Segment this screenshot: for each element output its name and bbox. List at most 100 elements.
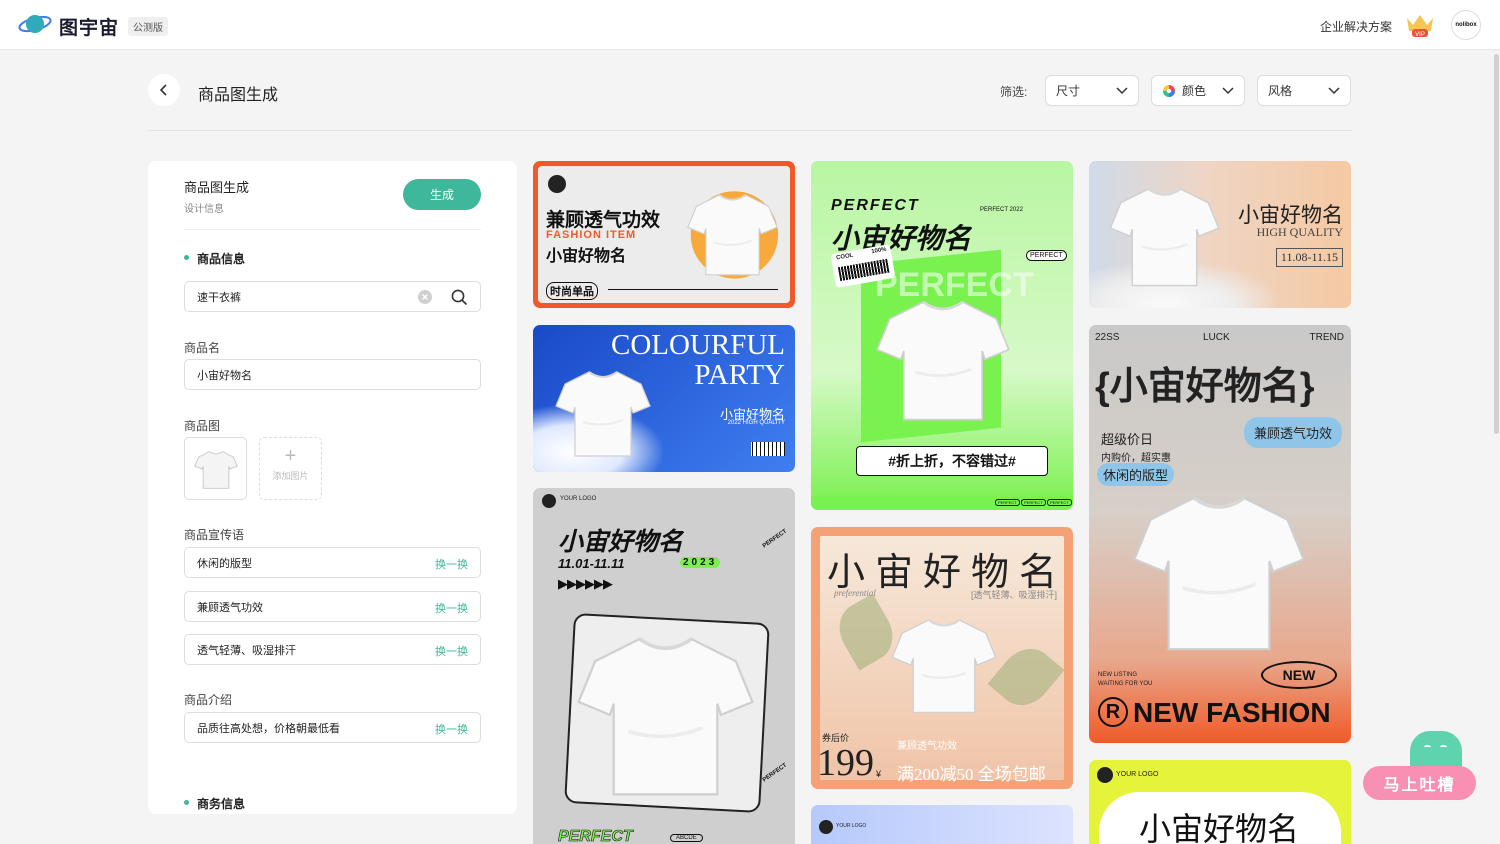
color-filter-label: 颜色 bbox=[1182, 84, 1207, 98]
template-card-2[interactable]: COLOURFUL PARTY 小宙好物名 2022 HIGH QUALITY bbox=[533, 325, 795, 472]
chevron-down-icon bbox=[1116, 87, 1128, 95]
slogan-input-1[interactable]: 休闲的版型 换一换 bbox=[184, 547, 481, 578]
card2-line4: 2022 HIGH QUALITY bbox=[727, 420, 785, 426]
template-card-4[interactable]: PERFECT PERFECT 2022 小宙好物名 PERFECT COOL … bbox=[811, 161, 1073, 510]
product-name-input[interactable]: 小宙好物名 bbox=[184, 359, 481, 390]
card3-logo: YOUR LOGO bbox=[560, 496, 597, 502]
size-filter-select[interactable]: 尺寸 bbox=[1045, 75, 1139, 106]
top-header: 图宇宙 公测版 企业解决方案 VIP nolibox bbox=[0, 0, 1500, 50]
style-filter-label: 风格 bbox=[1268, 84, 1293, 98]
feedback-button[interactable]: 马上吐槽 bbox=[1363, 766, 1476, 800]
intro-value: 品质往高处想，价格朝最低看 bbox=[197, 722, 340, 735]
card8-bubble: 兼顾透气功效 bbox=[1244, 417, 1343, 448]
color-wheel-icon bbox=[1163, 84, 1175, 97]
card3-title: 小宙好物名 bbox=[558, 528, 684, 556]
swap-button[interactable]: 换一换 bbox=[435, 721, 468, 737]
tshirt-icon bbox=[193, 450, 238, 489]
slogan-value: 休闲的版型 bbox=[197, 557, 252, 570]
swap-button[interactable]: 换一换 bbox=[435, 643, 468, 659]
registered-icon: R bbox=[1098, 697, 1128, 727]
product-image-thumbnail[interactable] bbox=[184, 437, 247, 500]
card4-percent: 100% bbox=[870, 246, 888, 256]
panel-title: 商品图生成 bbox=[184, 180, 250, 195]
card9-title: 小宙好物名 bbox=[1139, 811, 1300, 844]
template-card-6[interactable]: YOUR LOGO bbox=[811, 805, 1073, 844]
product-image-label: 商品图 bbox=[184, 419, 221, 433]
product-info-heading: 商品信息 bbox=[184, 250, 245, 267]
tshirt-image bbox=[573, 613, 758, 813]
search-value: 速干衣裤 bbox=[197, 291, 241, 304]
slogan-value: 透气轻薄、吸湿排汗 bbox=[197, 644, 296, 657]
card3-sticker1: PERFECT bbox=[761, 528, 789, 550]
logo-text[interactable]: 图宇宙 bbox=[59, 13, 119, 40]
color-filter-select[interactable]: 颜色 bbox=[1151, 75, 1245, 106]
back-button[interactable] bbox=[148, 74, 180, 106]
card4-badge: PERFECT bbox=[1026, 250, 1067, 261]
card4-perfect: PERFECT bbox=[831, 197, 920, 214]
card1-tag: 时尚单品 bbox=[546, 282, 598, 300]
slogan-value: 兼顾透气功效 bbox=[197, 601, 263, 614]
card7-sub: HIGH QUALITY bbox=[1256, 225, 1343, 239]
card4-slogan: #折上折，不容错过# bbox=[856, 446, 1048, 476]
panel-subtitle: 设计信息 bbox=[184, 204, 224, 215]
card3-bottom: PERFECT bbox=[558, 828, 633, 844]
tshirt-image bbox=[1107, 175, 1222, 295]
template-card-9[interactable]: YOUR LOGO 小宙好物名 bbox=[1089, 760, 1351, 844]
plus-icon: + bbox=[284, 445, 297, 467]
card8-l1: 超级价日 bbox=[1101, 432, 1154, 447]
slogan-input-2[interactable]: 兼顾透气功效 换一换 bbox=[184, 591, 481, 622]
card4-footer2: PERFECT bbox=[1021, 499, 1046, 506]
product-search-input[interactable]: 速干衣裤 bbox=[184, 281, 481, 312]
template-card-1[interactable]: 兼顾透气功效 FASHION ITEM 小宙好物名 时尚单品 bbox=[533, 161, 795, 308]
generate-button[interactable]: 生成 bbox=[403, 179, 481, 210]
add-image-button[interactable]: + 添加图片 bbox=[259, 437, 322, 500]
template-card-7[interactable]: 小宙好物名 HIGH QUALITY 11.08-11.15 bbox=[1089, 161, 1351, 308]
card5-promo: 满200减50 全场包邮 bbox=[897, 765, 1046, 784]
planet-logo-icon[interactable] bbox=[18, 11, 52, 37]
card3-code: ABCDE bbox=[670, 834, 703, 842]
template-card-8[interactable]: 22SS LUCK TREND {小宙好物名} 超级价日 内购价，超实惠 休闲的… bbox=[1089, 325, 1351, 743]
beta-badge: 公测版 bbox=[128, 17, 168, 36]
card4-footer3: PERFECT bbox=[1047, 499, 1072, 506]
card4-footer1: PERFECT bbox=[995, 499, 1020, 506]
tshirt-image bbox=[873, 273, 1013, 443]
user-avatar[interactable]: nolibox bbox=[1451, 10, 1481, 40]
card1-line2: FASHION ITEM bbox=[546, 229, 637, 241]
page-title: 商品图生成 bbox=[198, 87, 279, 104]
card4-cool: COOL bbox=[835, 252, 854, 262]
card8-l2: 内购价，超实惠 bbox=[1101, 453, 1171, 464]
style-filter-select[interactable]: 风格 bbox=[1257, 75, 1351, 106]
card8-title: {小宙好物名} bbox=[1095, 366, 1315, 408]
card4-perfect2022: PERFECT 2022 bbox=[980, 207, 1023, 213]
card1-line1: 兼顾透气功效 bbox=[546, 210, 661, 231]
intro-input[interactable]: 品质往高处想，价格朝最低看 换一换 bbox=[184, 712, 481, 743]
template-card-5[interactable]: 小宙好物名 preferential [透气轻薄、吸湿排汗] 券后价 199 ¥… bbox=[811, 527, 1073, 789]
tshirt-image bbox=[553, 357, 653, 467]
business-info-heading: 商务信息 bbox=[184, 795, 245, 812]
chevron-down-icon bbox=[1222, 87, 1234, 95]
toolbar-divider bbox=[148, 130, 1352, 131]
card6-logo: YOUR LOGO bbox=[836, 823, 867, 829]
card3-year: 2023 bbox=[680, 557, 721, 568]
product-name-value: 小宙好物名 bbox=[197, 369, 252, 382]
swap-button[interactable]: 换一换 bbox=[435, 556, 468, 572]
swap-button[interactable]: 换一换 bbox=[435, 600, 468, 616]
add-image-label: 添加图片 bbox=[272, 471, 309, 481]
clear-icon[interactable] bbox=[418, 290, 432, 304]
mascot-icon[interactable] bbox=[1410, 731, 1462, 771]
scrollbar-thumb[interactable] bbox=[1494, 54, 1499, 434]
design-info-panel: 商品图生成 设计信息 生成 商品信息 速干衣裤 商品名 小宙好物名 商品图 + … bbox=[148, 161, 517, 814]
card8-new: NEW bbox=[1261, 661, 1337, 689]
vip-crown-icon[interactable]: VIP bbox=[1404, 12, 1436, 38]
enterprise-solutions-link[interactable]: 企业解决方案 bbox=[1320, 18, 1392, 35]
template-card-3[interactable]: YOUR LOGO 小宙好物名 11.01-11.11 2023 ▶▶▶▶▶▶ … bbox=[533, 488, 795, 844]
slogan-input-3[interactable]: 透气轻薄、吸湿排汗 换一换 bbox=[184, 634, 481, 665]
card5-feature: 兼顾透气功效 bbox=[897, 741, 957, 752]
vip-label: VIP bbox=[1415, 32, 1425, 38]
tshirt-image bbox=[685, 191, 780, 279]
card8-top1: 22SS bbox=[1095, 332, 1120, 343]
search-icon[interactable] bbox=[451, 289, 468, 306]
panel-divider bbox=[184, 229, 481, 230]
tshirt-image bbox=[889, 599, 999, 729]
card2-line2: PARTY bbox=[694, 359, 785, 391]
